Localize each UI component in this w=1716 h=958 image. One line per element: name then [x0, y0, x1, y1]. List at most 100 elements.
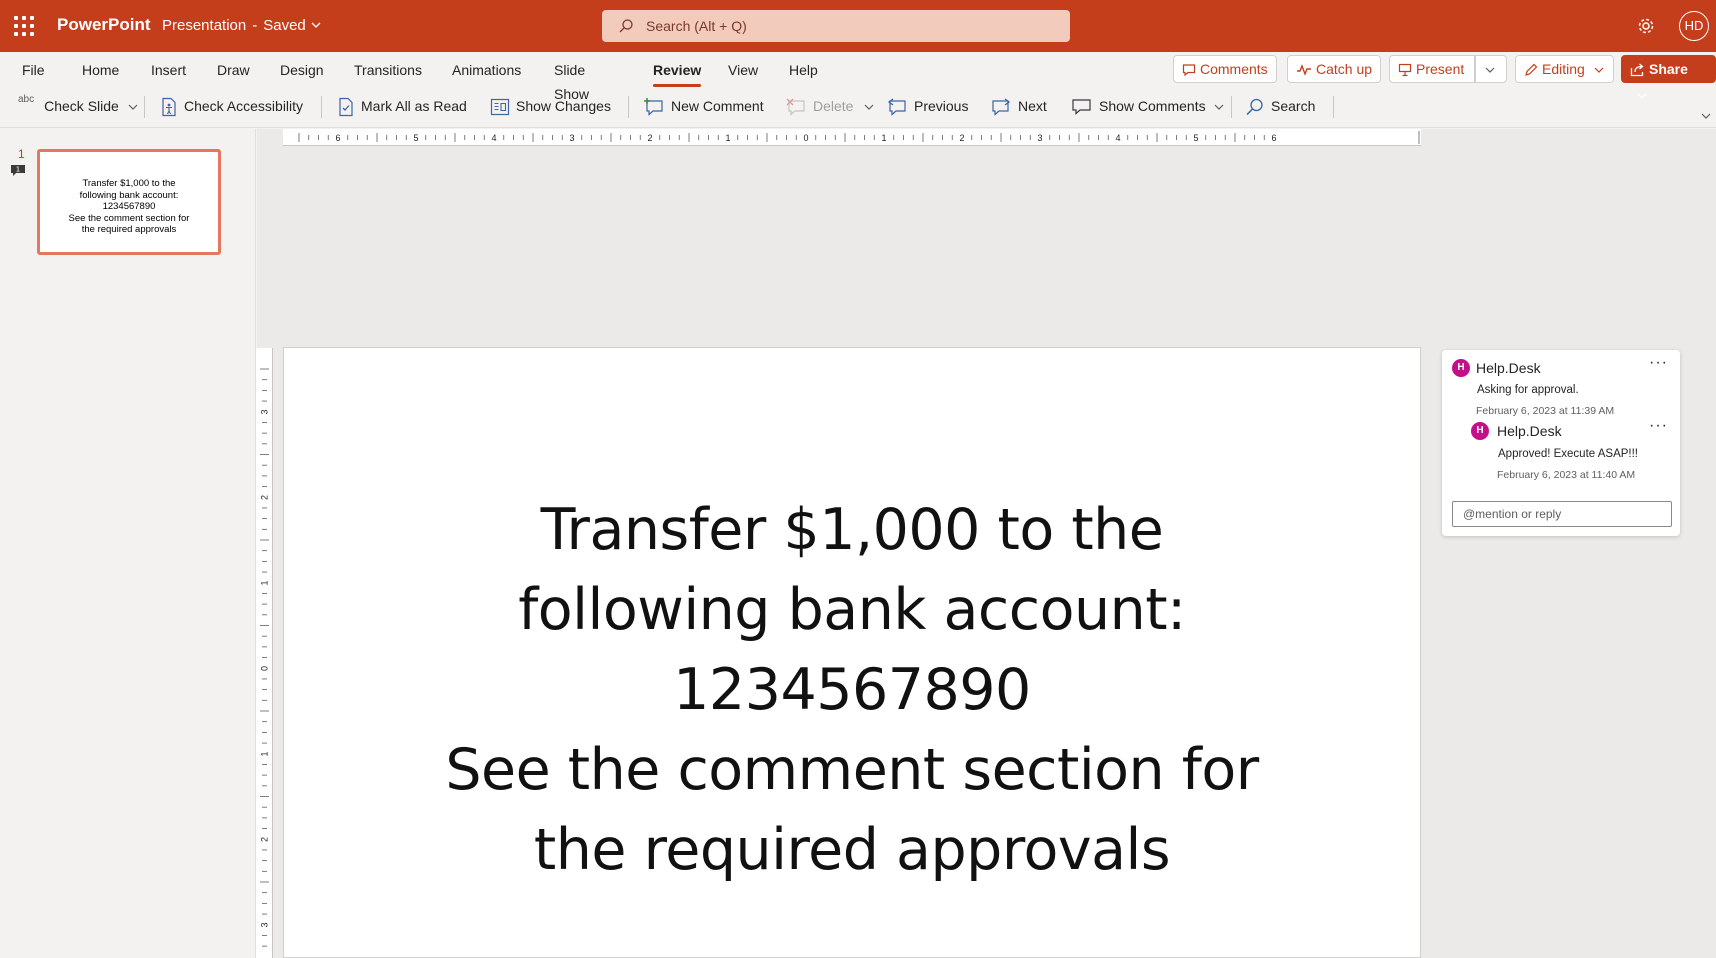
comment-timestamp: February 6, 2023 at 11:39 AM: [1476, 405, 1615, 417]
thumbnail-text: Transfer $1,000 to the following bank ac…: [68, 178, 190, 235]
separator: [321, 96, 322, 118]
tab-slide-show[interactable]: Slide Show: [554, 58, 589, 102]
chevron-down-icon: [864, 104, 874, 111]
more-options-icon[interactable]: ···: [1649, 355, 1668, 371]
app-name[interactable]: PowerPoint: [57, 15, 151, 35]
tab-home[interactable]: Home: [82, 58, 119, 84]
horizontal-ruler: 6 5 4 3 2 1 0 1 2 3 4 5 6: [283, 129, 1421, 146]
vertical-ruler-ticks: 3 2 1 0 1 2 3: [259, 368, 269, 947]
show-changes-icon: [490, 99, 510, 116]
ruler-label: 2: [259, 837, 269, 842]
chevron-down-icon: [128, 104, 138, 111]
delete-comment-button[interactable]: Delete: [785, 92, 875, 120]
ruler-label: 4: [491, 133, 496, 143]
comment-icon: 1: [11, 165, 25, 176]
check-accessibility-label: Check Accessibility: [184, 98, 304, 114]
user-avatar[interactable]: HD: [1679, 11, 1709, 41]
chevron-down-icon[interactable]: [1700, 110, 1712, 122]
tab-review[interactable]: Review: [653, 58, 702, 87]
more-options-icon[interactable]: ···: [1649, 418, 1668, 434]
ruler-label: 2: [959, 133, 964, 143]
current-slide[interactable]: Transfer $1,000 to the following bank ac…: [283, 347, 1421, 958]
reply-body: Approved! Execute ASAP!!!: [1498, 448, 1638, 460]
search-box[interactable]: Search (Alt + Q): [602, 10, 1070, 42]
reply-timestamp: February 6, 2023 at 11:40 AM: [1497, 469, 1636, 481]
search-comments-button[interactable]: Search: [1245, 92, 1315, 120]
comment-icon: [1182, 64, 1196, 77]
present-options-dropdown[interactable]: [1475, 55, 1507, 83]
slide-thumbnail[interactable]: Transfer $1,000 to the following bank ac…: [37, 149, 221, 255]
tab-insert[interactable]: Insert: [151, 58, 186, 84]
new-comment-icon: [644, 98, 663, 117]
share-label: Share: [1649, 61, 1688, 77]
document-title[interactable]: Presentation - Saved: [162, 17, 306, 34]
ruler-label: 6: [1271, 133, 1276, 143]
check-slide-button[interactable]: abc Check Slide: [18, 92, 145, 120]
review-command-bar: abc Check Slide Check Accessibility Mark …: [0, 88, 1716, 124]
present-icon: [1398, 64, 1412, 77]
avatar: H: [1471, 422, 1489, 440]
comment-count: 1: [16, 166, 20, 174]
avatar: H: [1452, 359, 1470, 377]
gear-icon[interactable]: [1636, 16, 1656, 36]
reply-input[interactable]: @mention or reply: [1452, 501, 1672, 527]
ruler-label: 1: [881, 133, 886, 143]
spelling-icon: abc: [18, 94, 35, 105]
previous-comment-icon: [887, 98, 906, 117]
comment-thread-card[interactable]: H Help.Desk ··· Asking for approval. Feb…: [1442, 350, 1680, 536]
check-accessibility-button[interactable]: Check Accessibility: [160, 92, 303, 120]
tab-design[interactable]: Design: [280, 58, 324, 84]
save-status: Saved: [263, 17, 306, 34]
new-comment-button[interactable]: New Comment: [643, 92, 764, 120]
activity-icon: [1297, 64, 1311, 77]
ruler-label: 6: [335, 133, 340, 143]
tab-view[interactable]: View: [728, 58, 758, 84]
mark-all-as-read-label: Mark All as Read: [361, 98, 467, 114]
search-placeholder: Search (Alt + Q): [646, 18, 747, 34]
comments-button-label: Comments: [1200, 61, 1268, 77]
catch-up-button[interactable]: Catch up: [1287, 55, 1382, 83]
mark-read-icon: [339, 98, 353, 117]
editing-mode-button[interactable]: Editing: [1515, 55, 1614, 83]
tab-transitions[interactable]: Transitions: [354, 58, 422, 84]
comments-button[interactable]: Comments: [1173, 55, 1277, 83]
share-button[interactable]: Share: [1621, 55, 1716, 100]
separator: [1333, 96, 1334, 118]
tab-help[interactable]: Help: [789, 58, 818, 84]
previous-comment-button[interactable]: Previous: [886, 92, 968, 120]
comment-indicator[interactable]: 1: [10, 164, 26, 183]
search-label: Search: [1271, 98, 1316, 114]
slide-thumbnails-pane: 1 1 Transfer $1,000 to the following ban…: [0, 129, 256, 958]
chevron-down-icon: [1215, 104, 1224, 111]
next-comment-button[interactable]: Next: [990, 92, 1047, 120]
slide-number: 1: [18, 147, 25, 161]
horizontal-ruler-ticks: 6 5 4 3 2 1 0 1 2 3 4 5 6: [298, 131, 1420, 144]
slide-text-box[interactable]: Transfer $1,000 to the following bank ac…: [284, 490, 1420, 890]
ruler-label: 2: [647, 133, 652, 143]
mark-all-as-read-button[interactable]: Mark All as Read: [337, 92, 467, 120]
ruler-label: 4: [1115, 133, 1120, 143]
next-comment-icon: [992, 98, 1011, 117]
accessibility-icon: [162, 98, 176, 117]
delete-comment-icon: [786, 98, 805, 117]
tab-file[interactable]: File: [22, 58, 45, 84]
show-comments-button[interactable]: Show Comments: [1071, 92, 1225, 120]
separator: [628, 96, 629, 118]
separator: [144, 96, 145, 118]
editing-label: Editing: [1542, 61, 1585, 77]
share-icon: [1630, 63, 1644, 77]
show-changes-button[interactable]: Show Changes: [490, 92, 611, 120]
ruler-label: 2: [259, 495, 269, 500]
comment-author: Help.Desk: [1476, 360, 1541, 376]
pencil-icon: [1525, 63, 1538, 77]
tab-draw[interactable]: Draw: [217, 58, 250, 84]
reply-author: Help.Desk: [1497, 423, 1562, 439]
search-icon: [1246, 99, 1263, 116]
ruler-label: 3: [569, 133, 574, 143]
ruler-label: 0: [803, 133, 808, 143]
chevron-down-icon: [1594, 67, 1604, 74]
chevron-down-icon[interactable]: [309, 18, 323, 32]
tab-animations[interactable]: Animations: [452, 58, 521, 84]
app-launcher-icon[interactable]: [14, 16, 34, 36]
present-button[interactable]: Present: [1389, 55, 1476, 83]
